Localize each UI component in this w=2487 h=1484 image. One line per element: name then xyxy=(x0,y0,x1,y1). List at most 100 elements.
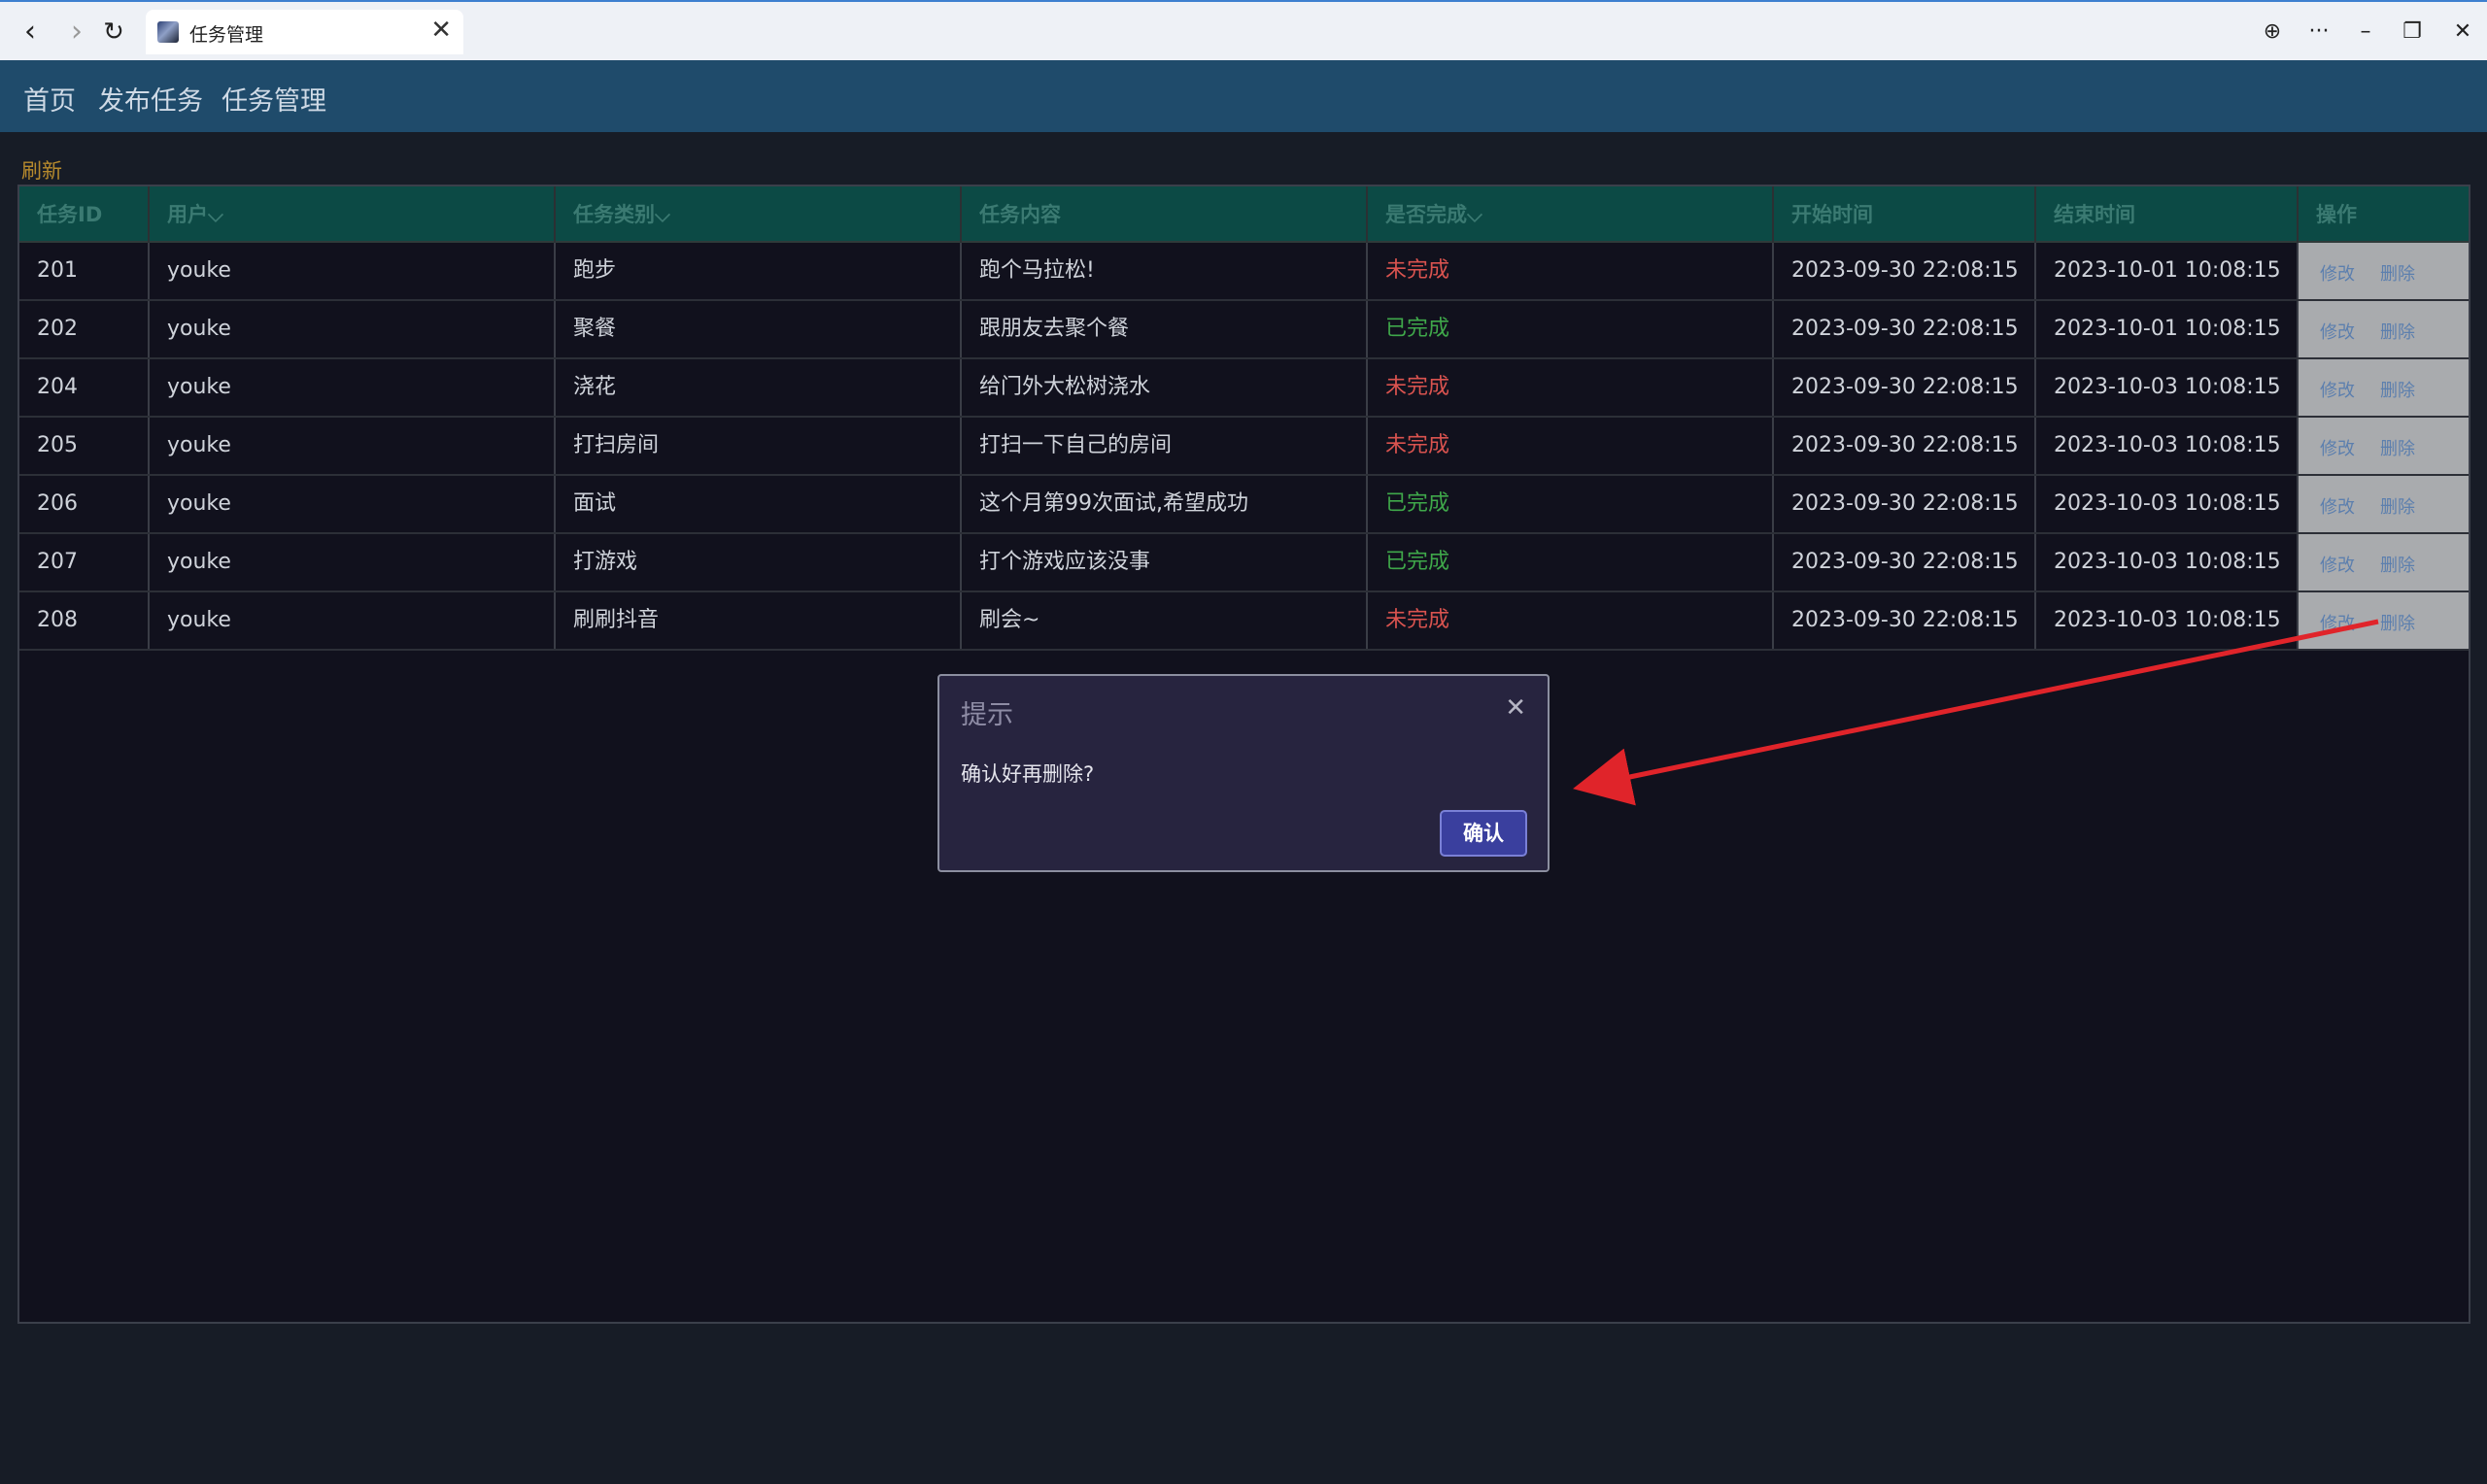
sort-icon[interactable]: ⌵ xyxy=(208,203,223,226)
confirm-dialog: 提示 ✕ 确认好再删除? 确认 xyxy=(937,674,1550,872)
cell-user: youke xyxy=(150,592,556,649)
back-icon[interactable]: ‹ xyxy=(14,16,47,49)
edit-link[interactable]: 修改 xyxy=(2320,435,2355,460)
header-category[interactable]: 任务类别⌵ xyxy=(556,186,962,243)
edit-link[interactable]: 修改 xyxy=(2320,493,2355,519)
cell-ops: 修改 删除 xyxy=(2299,359,2469,416)
sort-icon[interactable]: ⌵ xyxy=(1467,203,1482,226)
header-id: 任务ID xyxy=(19,186,150,243)
cell-end: 2023-10-03 10:08:15 xyxy=(2036,534,2299,590)
cell-id: 201 xyxy=(19,243,150,299)
cell-start: 2023-09-30 22:08:15 xyxy=(1774,592,2036,649)
nav-publish-task[interactable]: 发布任务 xyxy=(98,80,203,118)
sort-icon[interactable]: ⌵ xyxy=(655,203,670,226)
cell-ops: 修改 删除 xyxy=(2299,243,2469,299)
delete-link[interactable]: 删除 xyxy=(2380,377,2415,402)
table-row: 207 youke 打游戏 打个游戏应该没事 已完成 2023-09-30 22:08:1… xyxy=(19,534,2469,592)
cell-start: 2023-09-30 22:08:15 xyxy=(1774,534,2036,590)
delete-link[interactable]: 删除 xyxy=(2380,435,2415,460)
table-row: 204 youke 浇花 给门外大松树浇水 未完成 2023-09-30 22:08:15… xyxy=(19,359,2469,418)
header-status[interactable]: 是否完成⌵ xyxy=(1368,186,1774,243)
cell-end: 2023-10-03 10:08:15 xyxy=(2036,359,2299,416)
nav-task-manage[interactable]: 任务管理 xyxy=(221,80,326,118)
delete-link[interactable]: 删除 xyxy=(2380,493,2415,519)
cell-category: 跑步 xyxy=(556,243,962,299)
more-icon[interactable]: ··· xyxy=(2302,16,2335,49)
edit-link[interactable]: 修改 xyxy=(2320,260,2355,286)
cell-end: 2023-10-01 10:08:15 xyxy=(2036,301,2299,357)
cell-status: 未完成 xyxy=(1368,359,1774,416)
cell-user: youke xyxy=(150,476,556,532)
delete-link[interactable]: 删除 xyxy=(2380,610,2415,635)
cell-category: 浇花 xyxy=(556,359,962,416)
confirm-button[interactable]: 确认 xyxy=(1440,810,1527,857)
app-header: 首页 发布任务 任务管理 xyxy=(0,60,2487,132)
cell-user: youke xyxy=(150,359,556,416)
cell-category: 打扫房间 xyxy=(556,418,962,474)
table-row: 208 youke 刷刷抖音 刷会~ 未完成 2023-09-30 22:08:15 202… xyxy=(19,592,2469,651)
cell-status: 未完成 xyxy=(1368,592,1774,649)
cell-category: 面试 xyxy=(556,476,962,532)
edit-link[interactable]: 修改 xyxy=(2320,610,2355,635)
cell-content: 给门外大松树浇水 xyxy=(962,359,1368,416)
favicon-icon xyxy=(157,21,179,43)
nav-home[interactable]: 首页 xyxy=(23,80,76,118)
reload-icon[interactable]: ↻ xyxy=(97,16,130,49)
header-end-time: 结束时间 xyxy=(2036,186,2299,243)
edit-link[interactable]: 修改 xyxy=(2320,377,2355,402)
cell-content: 打扫一下自己的房间 xyxy=(962,418,1368,474)
header-ops: 操作 xyxy=(2316,203,2357,226)
cell-content: 跑个马拉松! xyxy=(962,243,1368,299)
cell-start: 2023-09-30 22:08:15 xyxy=(1774,476,2036,532)
table-header: 任务ID 用户⌵ 任务类别⌵ 任务内容 是否完成⌵ 开始时间 结束时间 操作 xyxy=(19,186,2469,243)
cell-content: 打个游戏应该没事 xyxy=(962,534,1368,590)
dialog-title: 提示 xyxy=(961,700,1013,730)
restore-icon[interactable]: ❐ xyxy=(2396,16,2429,49)
cell-status: 已完成 xyxy=(1368,476,1774,532)
translate-icon[interactable]: ⊕ xyxy=(2256,16,2289,49)
table-row: 205 youke 打扫房间 打扫一下自己的房间 未完成 2023-09-30 22:08… xyxy=(19,418,2469,476)
browser-tab[interactable]: 任务管理 ✕ xyxy=(146,10,463,54)
cell-ops: 修改 删除 xyxy=(2299,592,2469,649)
dialog-close-icon[interactable]: ✕ xyxy=(1505,693,1526,723)
forward-icon[interactable]: › xyxy=(60,16,93,49)
header-user[interactable]: 用户⌵ xyxy=(150,186,556,243)
cell-end: 2023-10-03 10:08:15 xyxy=(2036,476,2299,532)
browser-chrome: ‹ › ↻ 任务管理 ✕ ⊕ ··· – ❐ ✕ xyxy=(0,0,2487,60)
cell-id: 202 xyxy=(19,301,150,357)
delete-link[interactable]: 删除 xyxy=(2380,260,2415,286)
cell-content: 跟朋友去聚个餐 xyxy=(962,301,1368,357)
header-start-time: 开始时间 xyxy=(1774,186,2036,243)
cell-start: 2023-09-30 22:08:15 xyxy=(1774,301,2036,357)
minimize-icon[interactable]: – xyxy=(2349,16,2382,49)
cell-id: 207 xyxy=(19,534,150,590)
tab-close-icon[interactable]: ✕ xyxy=(430,16,452,45)
cell-id: 204 xyxy=(19,359,150,416)
cell-category: 聚餐 xyxy=(556,301,962,357)
refresh-link[interactable]: 刷新 xyxy=(21,155,62,185)
dialog-message: 确认好再删除? xyxy=(961,762,1095,786)
cell-user: youke xyxy=(150,301,556,357)
delete-link[interactable]: 删除 xyxy=(2380,552,2415,577)
cell-end: 2023-10-03 10:08:15 xyxy=(2036,592,2299,649)
table-row: 201 youke 跑步 跑个马拉松! 未完成 2023-09-30 22:08:15 20… xyxy=(19,243,2469,301)
edit-link[interactable]: 修改 xyxy=(2320,552,2355,577)
cell-ops: 修改 删除 xyxy=(2299,418,2469,474)
cell-ops: 修改 删除 xyxy=(2299,534,2469,590)
cell-end: 2023-10-03 10:08:15 xyxy=(2036,418,2299,474)
cell-status: 已完成 xyxy=(1368,534,1774,590)
table-row: 202 youke 聚餐 跟朋友去聚个餐 已完成 2023-09-30 22:08:15 2… xyxy=(19,301,2469,359)
cell-id: 208 xyxy=(19,592,150,649)
cell-id: 206 xyxy=(19,476,150,532)
window-close-icon[interactable]: ✕ xyxy=(2446,16,2479,49)
cell-status: 已完成 xyxy=(1368,301,1774,357)
cell-user: youke xyxy=(150,243,556,299)
delete-link[interactable]: 删除 xyxy=(2380,319,2415,344)
header-content: 任务内容 xyxy=(962,186,1368,243)
edit-link[interactable]: 修改 xyxy=(2320,319,2355,344)
cell-ops: 修改 删除 xyxy=(2299,476,2469,532)
cell-category: 打游戏 xyxy=(556,534,962,590)
cell-category: 刷刷抖音 xyxy=(556,592,962,649)
cell-content: 这个月第99次面试,希望成功 xyxy=(962,476,1368,532)
cell-user: youke xyxy=(150,534,556,590)
